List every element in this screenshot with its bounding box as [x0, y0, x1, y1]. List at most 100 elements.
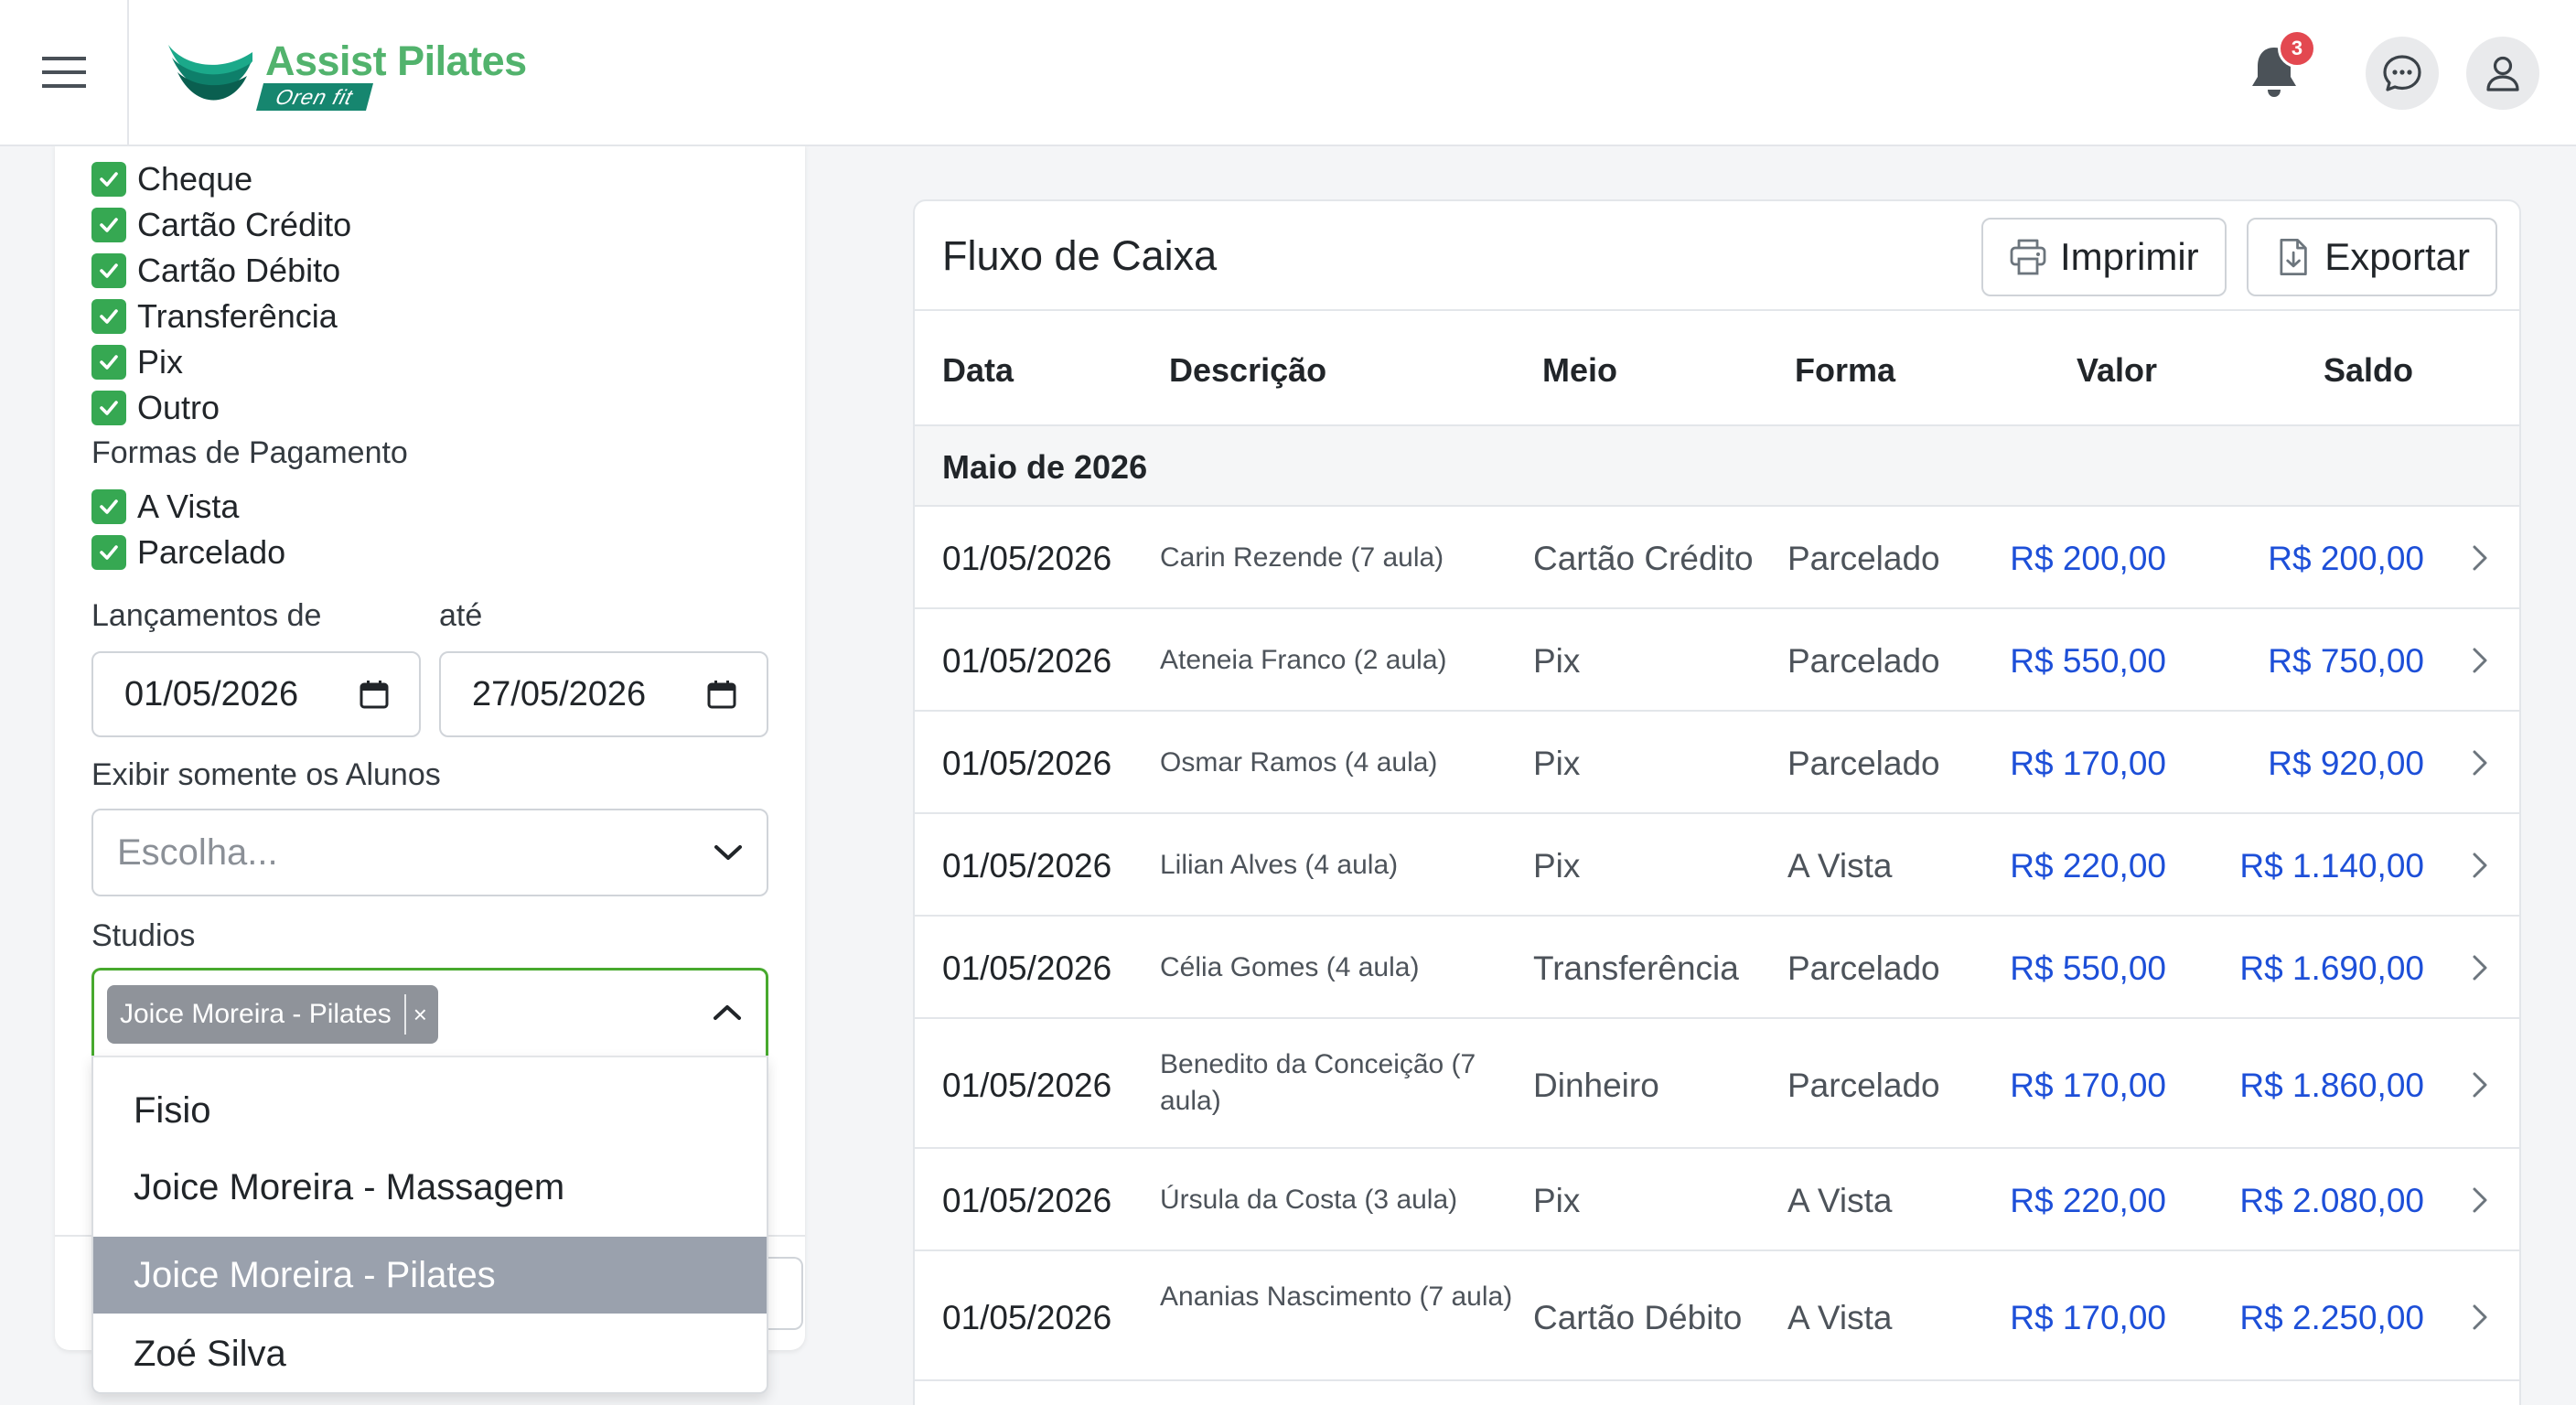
- checkbox[interactable]: [91, 535, 126, 570]
- messages-button[interactable]: [2366, 37, 2439, 110]
- students-select[interactable]: Escolha...: [91, 809, 768, 896]
- filter-meio-pix[interactable]: Pix: [91, 343, 183, 381]
- chevron-right-icon[interactable]: [2470, 851, 2490, 880]
- checkbox[interactable]: [91, 391, 126, 425]
- printer-icon: [2010, 239, 2046, 275]
- table-row[interactable]: 01/05/2026 Ateneia Franco (2 aula) Pix P…: [915, 609, 2519, 712]
- date-to-input[interactable]: 27/05/2026: [439, 651, 768, 737]
- date-from-value: 01/05/2026: [124, 674, 299, 713]
- table-row[interactable]: 01/05/2026 Carin Rezende (7 aula) Cartão…: [915, 507, 2519, 609]
- chevron-right-icon[interactable]: [2470, 646, 2490, 675]
- table-row[interactable]: 01/05/2026 Célia Gomes (4 aula) Transfer…: [915, 917, 2519, 1019]
- row-saldo: R$ 200,00: [2268, 540, 2424, 577]
- notification-count-badge: 3: [2278, 29, 2316, 68]
- column-header-data[interactable]: Data: [942, 351, 1014, 390]
- row-description: Lilian Alves (4 aula): [1160, 850, 1399, 880]
- studio-option-joice-massagem[interactable]: Joice Moreira - Massagem: [93, 1149, 767, 1226]
- column-header-valor[interactable]: Valor: [2077, 351, 2157, 390]
- filter-meio-cheque[interactable]: Cheque: [91, 160, 252, 198]
- row-description: Ateneia Franco (2 aula): [1160, 645, 1447, 675]
- payment-forms-heading: Formas de Pagamento: [91, 435, 408, 470]
- filter-forma-parcelado[interactable]: Parcelado: [91, 533, 286, 571]
- row-forma: A Vista: [1787, 1182, 1893, 1219]
- checkbox-label: Cartão Crédito: [137, 206, 352, 243]
- row-meio: Pix: [1533, 642, 1581, 680]
- chip-divider: [403, 994, 406, 1035]
- checkbox[interactable]: [91, 489, 126, 524]
- column-header-saldo[interactable]: Saldo: [2324, 351, 2413, 390]
- checkbox[interactable]: [91, 253, 126, 288]
- chevron-right-icon[interactable]: [2470, 1303, 2490, 1332]
- table-row[interactable]: 01/05/2026 Benedito da Conceição (7 aula…: [915, 1019, 2519, 1149]
- studio-option-joice-pilates[interactable]: Joice Moreira - Pilates: [93, 1237, 767, 1314]
- row-forma: Parcelado: [1787, 949, 1940, 987]
- row-saldo: R$ 2.080,00: [2239, 1182, 2424, 1219]
- filter-meio-transferencia[interactable]: Transferência: [91, 297, 338, 335]
- export-button[interactable]: Exportar: [2247, 218, 2497, 296]
- chip-remove-icon[interactable]: ×: [413, 1001, 427, 1029]
- row-description: Úrsula da Costa (3 aula): [1160, 1185, 1458, 1215]
- filter-meio-cartao-credito[interactable]: Cartão Crédito: [91, 206, 352, 243]
- date-from-input[interactable]: 01/05/2026: [91, 651, 421, 737]
- studio-option-fisio[interactable]: Fisio: [93, 1072, 767, 1149]
- row-description: Benedito da Conceição (7 aula): [1160, 1049, 1476, 1116]
- logo-title: Assist Pilates: [265, 38, 527, 84]
- checkbox[interactable]: [91, 299, 126, 334]
- chat-bubble-icon: [2383, 55, 2421, 91]
- chip-label: Joice Moreira - Pilates: [120, 999, 392, 1029]
- filter-meio-cartao-debito[interactable]: Cartão Débito: [91, 252, 340, 289]
- checkmark-icon: [100, 355, 118, 370]
- date-to-value: 27/05/2026: [472, 674, 647, 713]
- row-forma: A Vista: [1787, 1299, 1893, 1336]
- user-profile-button[interactable]: [2466, 37, 2539, 110]
- chevron-right-icon[interactable]: [2470, 748, 2490, 778]
- studio-option-zoe-silva[interactable]: Zoé Silva: [93, 1315, 767, 1392]
- hamburger-menu-button[interactable]: [0, 0, 129, 145]
- row-date: 01/05/2026: [942, 1299, 1112, 1336]
- logo-subtitle: Oren fit: [255, 83, 374, 111]
- chevron-right-icon[interactable]: [2470, 1185, 2490, 1215]
- checkbox-label: Transferência: [137, 297, 338, 335]
- app-logo[interactable]: Assist Pilates Oren fit: [165, 33, 527, 115]
- calendar-icon[interactable]: [359, 679, 390, 710]
- checkbox[interactable]: [91, 345, 126, 380]
- row-valor: R$ 170,00: [2010, 1067, 2166, 1104]
- checkbox[interactable]: [91, 208, 126, 242]
- table-row[interactable]: 01/05/2026 Ananias Nascimento (7 aula) C…: [915, 1251, 2519, 1381]
- user-icon: [2486, 56, 2519, 91]
- row-description: Osmar Ramos (4 aula): [1160, 747, 1438, 778]
- row-date: 01/05/2026: [942, 847, 1112, 885]
- print-button[interactable]: Imprimir: [1981, 218, 2227, 296]
- table-row[interactable]: 01/05/2026 Osmar Ramos (4 aula) Pix Parc…: [915, 712, 2519, 814]
- row-meio: Pix: [1533, 1182, 1581, 1219]
- calendar-icon[interactable]: [706, 679, 737, 710]
- export-button-label: Exportar: [2324, 235, 2470, 278]
- studios-dropdown-menu: Fisio Joice Moreira - Massagem Joice Mor…: [91, 1056, 768, 1394]
- column-header-descricao[interactable]: Descrição: [1169, 351, 1326, 390]
- checkmark-icon: [100, 263, 118, 278]
- top-header: Assist Pilates Oren fit 3: [0, 0, 2576, 146]
- checkbox[interactable]: [91, 162, 126, 197]
- row-valor: R$ 170,00: [2010, 745, 2166, 782]
- row-date: 01/05/2026: [942, 1067, 1112, 1104]
- chevron-right-icon[interactable]: [2470, 1070, 2490, 1099]
- row-saldo: R$ 1.860,00: [2239, 1067, 2424, 1104]
- filter-meio-outro[interactable]: Outro: [91, 389, 220, 426]
- row-saldo: R$ 750,00: [2268, 642, 2424, 680]
- row-valor: R$ 550,00: [2010, 949, 2166, 987]
- checkmark-icon: [100, 545, 118, 560]
- checkbox-label: Parcelado: [137, 533, 286, 571]
- row-meio: Pix: [1533, 847, 1581, 885]
- chevron-up-icon[interactable]: [711, 1002, 744, 1024]
- column-header-meio[interactable]: Meio: [1542, 351, 1617, 390]
- students-select-placeholder: Escolha...: [117, 831, 278, 873]
- filter-forma-a-vista[interactable]: A Vista: [91, 488, 239, 525]
- table-row[interactable]: 01/05/2026 Úrsula da Costa (3 aula) Pix …: [915, 1149, 2519, 1251]
- row-forma: A Vista: [1787, 847, 1893, 885]
- studios-label: Studios: [91, 918, 196, 953]
- chevron-right-icon[interactable]: [2470, 953, 2490, 982]
- chevron-right-icon[interactable]: [2470, 543, 2490, 573]
- table-row[interactable]: 01/05/2026 Lilian Alves (4 aula) Pix A V…: [915, 814, 2519, 917]
- studios-multiselect[interactable]: Joice Moreira - Pilates ×: [91, 968, 768, 1056]
- column-header-forma[interactable]: Forma: [1795, 351, 1895, 390]
